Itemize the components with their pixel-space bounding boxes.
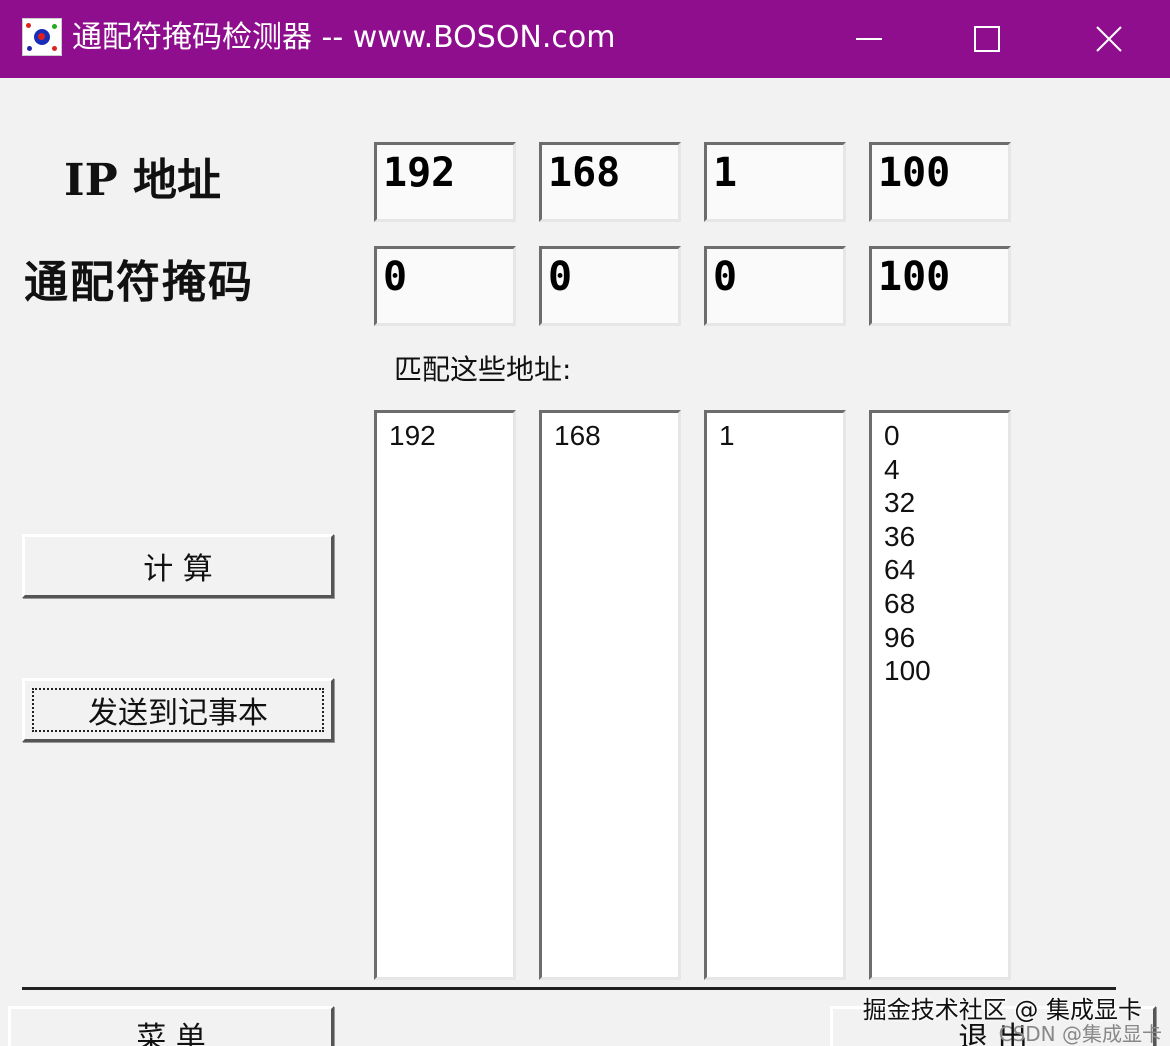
app-icon (22, 18, 62, 56)
ip-octet-3-field[interactable]: 1 (704, 142, 846, 222)
list-item[interactable]: 68 (884, 587, 1008, 621)
mask-octet-1-field[interactable]: 0 (374, 246, 516, 326)
result-octet-3-list[interactable]: 1 (704, 410, 846, 980)
calculate-button-label: 计 算 (143, 552, 213, 587)
list-item[interactable]: 0 (884, 419, 1008, 453)
list-item[interactable]: 32 (884, 486, 1008, 520)
minimize-button[interactable] (814, 0, 924, 78)
list-item[interactable]: 96 (884, 621, 1008, 655)
send-to-notepad-button[interactable]: 发送到记事本 (22, 678, 334, 742)
maximize-button[interactable] (932, 0, 1042, 78)
maximize-icon (974, 26, 1000, 52)
menu-button[interactable]: 菜 单 (8, 1006, 334, 1046)
close-icon (1096, 26, 1122, 52)
ip-address-label: IP 地址 (64, 155, 221, 206)
mask-octet-2-field[interactable]: 0 (539, 246, 681, 326)
matches-label: 匹配这些地址: (394, 353, 572, 386)
result-octet-2-list[interactable]: 168 (539, 410, 681, 980)
list-item[interactable]: 192 (389, 419, 513, 453)
window-title: 通配符掩码检测器 -- www.BOSON.com (72, 20, 616, 55)
mask-octet-3-field[interactable]: 0 (704, 246, 846, 326)
list-item[interactable]: 36 (884, 520, 1008, 554)
list-item[interactable]: 168 (554, 419, 678, 453)
wildcard-mask-label: 通配符掩码 (24, 257, 254, 308)
list-item[interactable]: 4 (884, 453, 1008, 487)
list-item[interactable]: 1 (719, 419, 843, 453)
list-item[interactable]: 64 (884, 553, 1008, 587)
minimize-icon (856, 38, 882, 40)
close-button[interactable] (1054, 0, 1164, 78)
focus-ring (32, 688, 324, 732)
mask-octet-4-field[interactable]: 100 (869, 246, 1011, 326)
calculate-button[interactable]: 计 算 (22, 534, 334, 598)
result-octet-4-list[interactable]: 0 4 32 36 64 68 96 100 (869, 410, 1011, 980)
menu-button-label: 菜 单 (136, 1021, 206, 1046)
watermark-secondary-text: CSDN @集成显卡 (998, 1022, 1162, 1046)
list-item[interactable]: 100 (884, 654, 1008, 688)
ip-octet-4-field[interactable]: 100 (869, 142, 1011, 222)
ip-octet-1-field[interactable]: 192 (374, 142, 516, 222)
ip-octet-2-field[interactable]: 168 (539, 142, 681, 222)
client-area: IP 地址 通配符掩码 192 168 1 100 0 0 0 100 匹配这些… (0, 78, 1170, 1046)
result-octet-1-list[interactable]: 192 (374, 410, 516, 980)
title-bar: 通配符掩码检测器 -- www.BOSON.com (0, 0, 1170, 78)
